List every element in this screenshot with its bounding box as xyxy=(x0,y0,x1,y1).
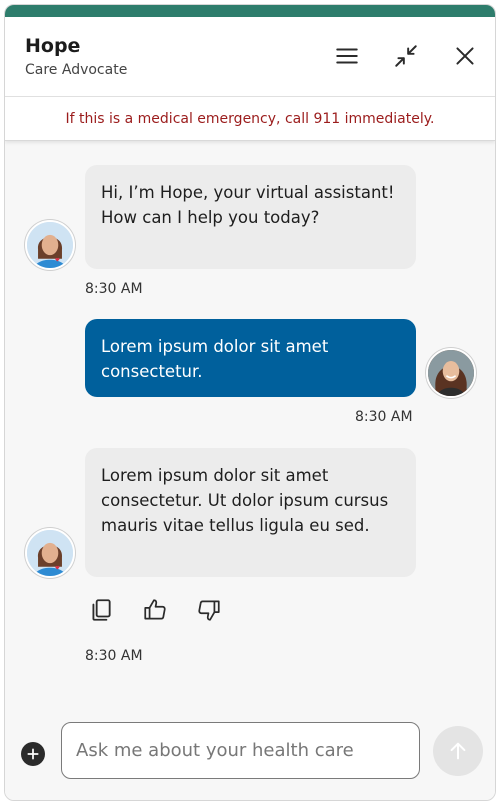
user-avatar xyxy=(426,348,476,398)
message-input[interactable] xyxy=(61,722,420,779)
chat-widget: Hope Care Advocate If this is a medical … xyxy=(4,4,496,801)
composer xyxy=(5,712,495,800)
chat-header: Hope Care Advocate xyxy=(5,17,495,97)
minimize-icon xyxy=(395,45,417,67)
attach-button[interactable] xyxy=(21,742,45,766)
agent-name: Hope xyxy=(25,35,81,57)
close-button[interactable] xyxy=(448,39,482,73)
assistant-avatar-icon xyxy=(27,530,73,576)
message-list: Hi, I’m Hope, your virtual assistant! Ho… xyxy=(5,142,495,712)
copy-icon xyxy=(92,599,111,621)
bot-message: Hi, I’m Hope, your virtual assistant! Ho… xyxy=(85,165,416,269)
message-actions xyxy=(85,594,225,626)
thumbs-up-button[interactable] xyxy=(139,594,171,626)
bot-avatar xyxy=(25,528,75,578)
send-button[interactable] xyxy=(433,726,483,776)
agent-role: Care Advocate xyxy=(25,62,128,78)
assistant-avatar-icon xyxy=(27,222,73,268)
arrow-up-icon xyxy=(450,742,466,760)
thumbs-up-icon xyxy=(144,599,166,620)
bot-message: Lorem ipsum dolor sit amet consectetur. … xyxy=(85,448,416,577)
message-timestamp: 8:30 AM xyxy=(355,409,413,425)
message-timestamp: 8:30 AM xyxy=(85,648,143,664)
emergency-banner: If this is a medical emergency, call 911… xyxy=(5,97,495,141)
minimize-button[interactable] xyxy=(389,39,423,73)
accent-bar xyxy=(5,5,495,17)
thumbs-down-button[interactable] xyxy=(193,594,225,626)
menu-icon xyxy=(336,48,358,64)
thumbs-down-icon xyxy=(198,600,220,621)
message-timestamp: 8:30 AM xyxy=(85,281,143,297)
menu-button[interactable] xyxy=(330,39,364,73)
copy-button[interactable] xyxy=(85,594,117,626)
user-message: Lorem ipsum dolor sit amet consectetur. xyxy=(85,319,416,397)
plus-icon xyxy=(27,748,39,760)
bot-avatar xyxy=(25,220,75,270)
close-icon xyxy=(456,47,474,65)
user-photo-icon xyxy=(428,350,474,396)
